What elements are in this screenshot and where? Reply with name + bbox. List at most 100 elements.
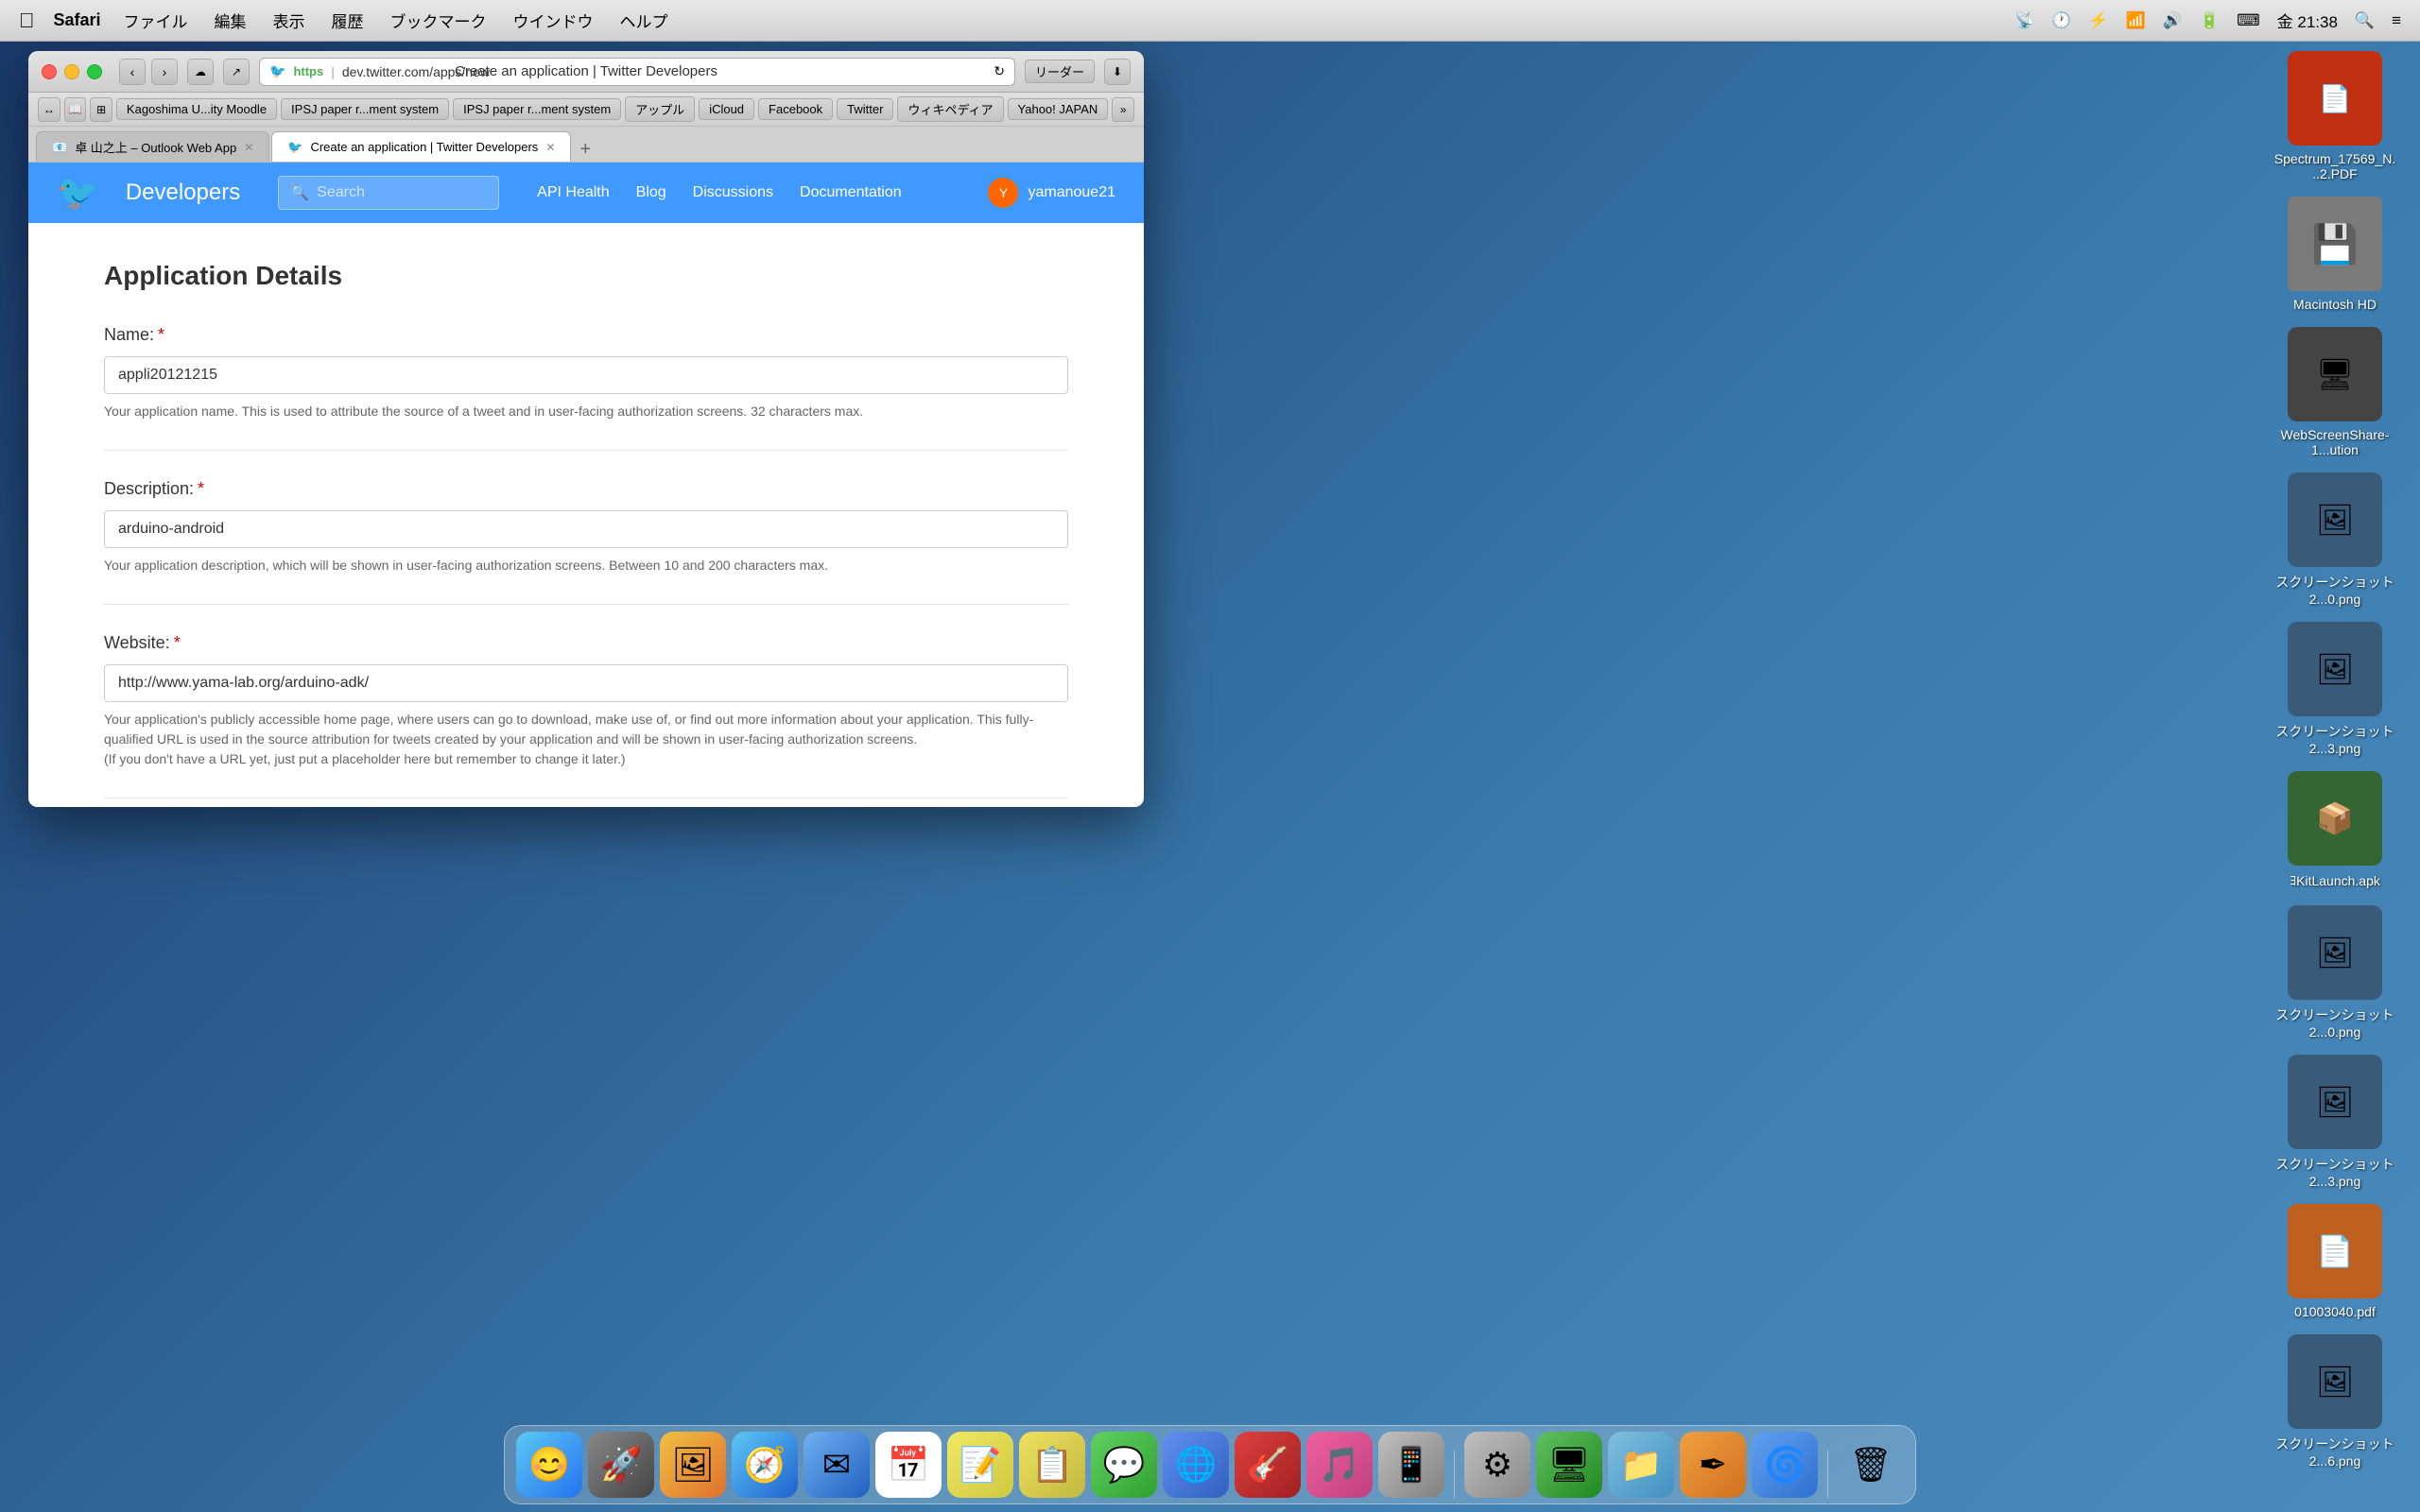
website-label: Website: *: [104, 633, 1068, 653]
dock-stickies[interactable]: 📋: [1019, 1432, 1085, 1498]
bookmark-moodle[interactable]: Kagoshima U...ity Moodle: [116, 98, 277, 120]
description-hint: Your application description, which will…: [104, 556, 1068, 576]
dock-finder[interactable]: 😊: [516, 1432, 582, 1498]
form-group-website: Website: * Your application's publicly a…: [104, 633, 1068, 799]
page-title: Application Details: [104, 261, 1068, 291]
desktop-icon-ss4[interactable]: 🖼 スクリーンショット 2...3.png: [2269, 622, 2401, 756]
sidebar-toggle[interactable]: ↔: [38, 97, 60, 122]
browser-window: ‹ › ☁ ↗ 🐦 https | dev.twitter.com/apps/n…: [28, 51, 1144, 807]
cloud-button[interactable]: ☁: [187, 59, 214, 85]
desktop-icon-webscreen[interactable]: 🖥 WebScreenShare-1...ution: [2269, 327, 2401, 457]
bookmark-icloud[interactable]: iCloud: [699, 98, 754, 120]
reload-button[interactable]: ↻: [994, 63, 1005, 79]
bookmark-facebook[interactable]: Facebook: [758, 98, 833, 120]
maximize-button[interactable]: [87, 64, 102, 79]
dock-finder2[interactable]: 📁: [1608, 1432, 1674, 1498]
desktop-icon-ss3[interactable]: 🖼 スクリーンショット 2...0.png: [2269, 472, 2401, 607]
browser-tabs: 📧 卓 山之上 – Outlook Web App ✕ 🐦 Create an …: [28, 127, 1144, 163]
tab-close-outlook[interactable]: ✕: [244, 141, 253, 154]
bookmark-apple[interactable]: アップル: [625, 96, 695, 122]
website-required: *: [174, 633, 181, 653]
battery-icon: 🔋: [2200, 11, 2220, 30]
menubar:  Safari ファイル 編集 表示 履歴 ブックマーク ウインドウ ヘルプ …: [0, 0, 2420, 42]
dock-mail[interactable]: ✉: [804, 1432, 870, 1498]
website-hint: Your application's publicly accessible h…: [104, 710, 1068, 769]
share-button[interactable]: ↗: [223, 59, 250, 85]
dock-iphone[interactable]: 📱: [1378, 1432, 1444, 1498]
desktop-icon-img-ss7: 🖼: [2288, 1334, 2382, 1429]
nav-documentation[interactable]: Documentation: [800, 184, 902, 201]
reader-button[interactable]: リーダー: [1025, 60, 1095, 83]
bookmark-wiki[interactable]: ウィキペディア: [897, 96, 1003, 122]
dock-trash[interactable]: 🗑: [1838, 1432, 1904, 1498]
desktop-icon-img-ss6: 🖼: [2288, 1055, 2382, 1149]
desktop-icon-label-ss6: スクリーンショット 2...3.png: [2273, 1155, 2396, 1189]
back-button[interactable]: ‹: [119, 59, 146, 85]
dock-system-prefs[interactable]: ⚙: [1464, 1432, 1530, 1498]
nav-api-health[interactable]: API Health: [537, 184, 609, 201]
dock-terminal[interactable]: 🖥: [1536, 1432, 1602, 1498]
menu-help[interactable]: ヘルプ: [620, 9, 668, 32]
desktop-icon-doc[interactable]: 📄 01003040.pdf: [2269, 1204, 2401, 1319]
tab-twitter[interactable]: 🐦 Create an application | Twitter Develo…: [271, 131, 571, 162]
name-input[interactable]: [104, 356, 1068, 394]
menu-history[interactable]: 履歴: [332, 9, 364, 32]
name-label: Name: *: [104, 325, 1068, 345]
menu-window[interactable]: ウインドウ: [513, 9, 594, 32]
desktop-icon-hd[interactable]: 💾 Macintosh HD: [2269, 197, 2401, 312]
username[interactable]: yamanoue21: [1028, 184, 1115, 201]
browser-titlebar: ‹ › ☁ ↗ 🐦 https | dev.twitter.com/apps/n…: [28, 51, 1144, 93]
nav-blog[interactable]: Blog: [636, 184, 666, 201]
description-input[interactable]: [104, 510, 1068, 548]
header-nav: API Health Blog Discussions Documentatio…: [537, 184, 902, 201]
menu-bookmarks[interactable]: ブックマーク: [390, 9, 487, 32]
dock-launchpad[interactable]: 🚀: [588, 1432, 654, 1498]
bookmarks-more[interactable]: »: [1112, 97, 1134, 122]
desktop-icon-ss6[interactable]: 🖼 スクリーンショット 2...3.png: [2269, 1055, 2401, 1189]
desktop-icon-ss7[interactable]: 🖼 スクリーンショット 2...6.png: [2269, 1334, 2401, 1469]
desktop-icon-label-ss5: スクリーンショット 2...0.png: [2273, 1005, 2396, 1040]
volume-icon: 🔊: [2163, 11, 2183, 30]
desktop-icon-img-doc: 📄: [2288, 1204, 2382, 1298]
reading-list[interactable]: 📖: [64, 97, 87, 122]
desktop-icon-ss5[interactable]: 🖼 スクリーンショット 2...0.png: [2269, 905, 2401, 1040]
control-strip[interactable]: ≡: [2392, 11, 2401, 30]
desktop-icon-apk[interactable]: 📦 ﾖKitLaunch.apk: [2269, 771, 2401, 890]
dock-itunes[interactable]: 🎵: [1306, 1432, 1373, 1498]
dock-messages[interactable]: 💬: [1091, 1432, 1157, 1498]
app-name[interactable]: Safari: [54, 10, 101, 30]
bookmark-ipsj1[interactable]: IPSJ paper r...ment system: [281, 98, 449, 120]
twitter-search[interactable]: 🔍: [278, 176, 499, 210]
dock-photos[interactable]: 🖼: [660, 1432, 726, 1498]
tab-outlook[interactable]: 📧 卓 山之上 – Outlook Web App ✕: [36, 131, 269, 162]
tab-close-twitter[interactable]: ✕: [545, 141, 555, 154]
menu-view[interactable]: 表示: [273, 9, 305, 32]
dock-calendar[interactable]: 📅: [875, 1432, 942, 1498]
desktop-icon-pdf[interactable]: 📄 Spectrum_17569_N...2.PDF: [2269, 51, 2401, 181]
tab-overview[interactable]: ⊞: [90, 97, 112, 122]
minimize-button[interactable]: [64, 64, 79, 79]
menu-edit[interactable]: 編集: [215, 9, 247, 32]
nav-discussions[interactable]: Discussions: [693, 184, 773, 201]
forward-button[interactable]: ›: [151, 59, 178, 85]
bookmark-ipsj2[interactable]: IPSJ paper r...ment system: [453, 98, 621, 120]
dock-garageband[interactable]: 🎸: [1235, 1432, 1301, 1498]
search-input[interactable]: [317, 184, 487, 201]
dock-app-store[interactable]: 🌀: [1752, 1432, 1818, 1498]
dock-safari[interactable]: 🧭: [732, 1432, 798, 1498]
desktop-icon-img-ss3: 🖼: [2288, 472, 2382, 567]
new-tab-button[interactable]: +: [573, 137, 597, 162]
tab-label-outlook: 卓 山之上 – Outlook Web App: [75, 138, 236, 156]
download-button[interactable]: ⬇: [1104, 59, 1131, 85]
dock-notes[interactable]: 📝: [947, 1432, 1013, 1498]
dock: 😊 🚀 🖼 🧭 ✉ 📅 📝 📋 💬 🌐 🎸 🎵 📱 ⚙ 🖥 📁 ✒ 🌀 🗑: [504, 1425, 1916, 1504]
bookmark-twitter[interactable]: Twitter: [837, 98, 893, 120]
close-button[interactable]: [42, 64, 57, 79]
menu-file[interactable]: ファイル: [124, 9, 188, 32]
website-input[interactable]: [104, 664, 1068, 702]
apple-menu[interactable]: : [19, 9, 35, 33]
search-menu-icon[interactable]: 🔍: [2355, 11, 2375, 30]
dock-language[interactable]: 🌐: [1163, 1432, 1229, 1498]
bookmark-yahoo[interactable]: Yahoo! JAPAN: [1008, 98, 1109, 120]
dock-pages[interactable]: ✒: [1680, 1432, 1746, 1498]
